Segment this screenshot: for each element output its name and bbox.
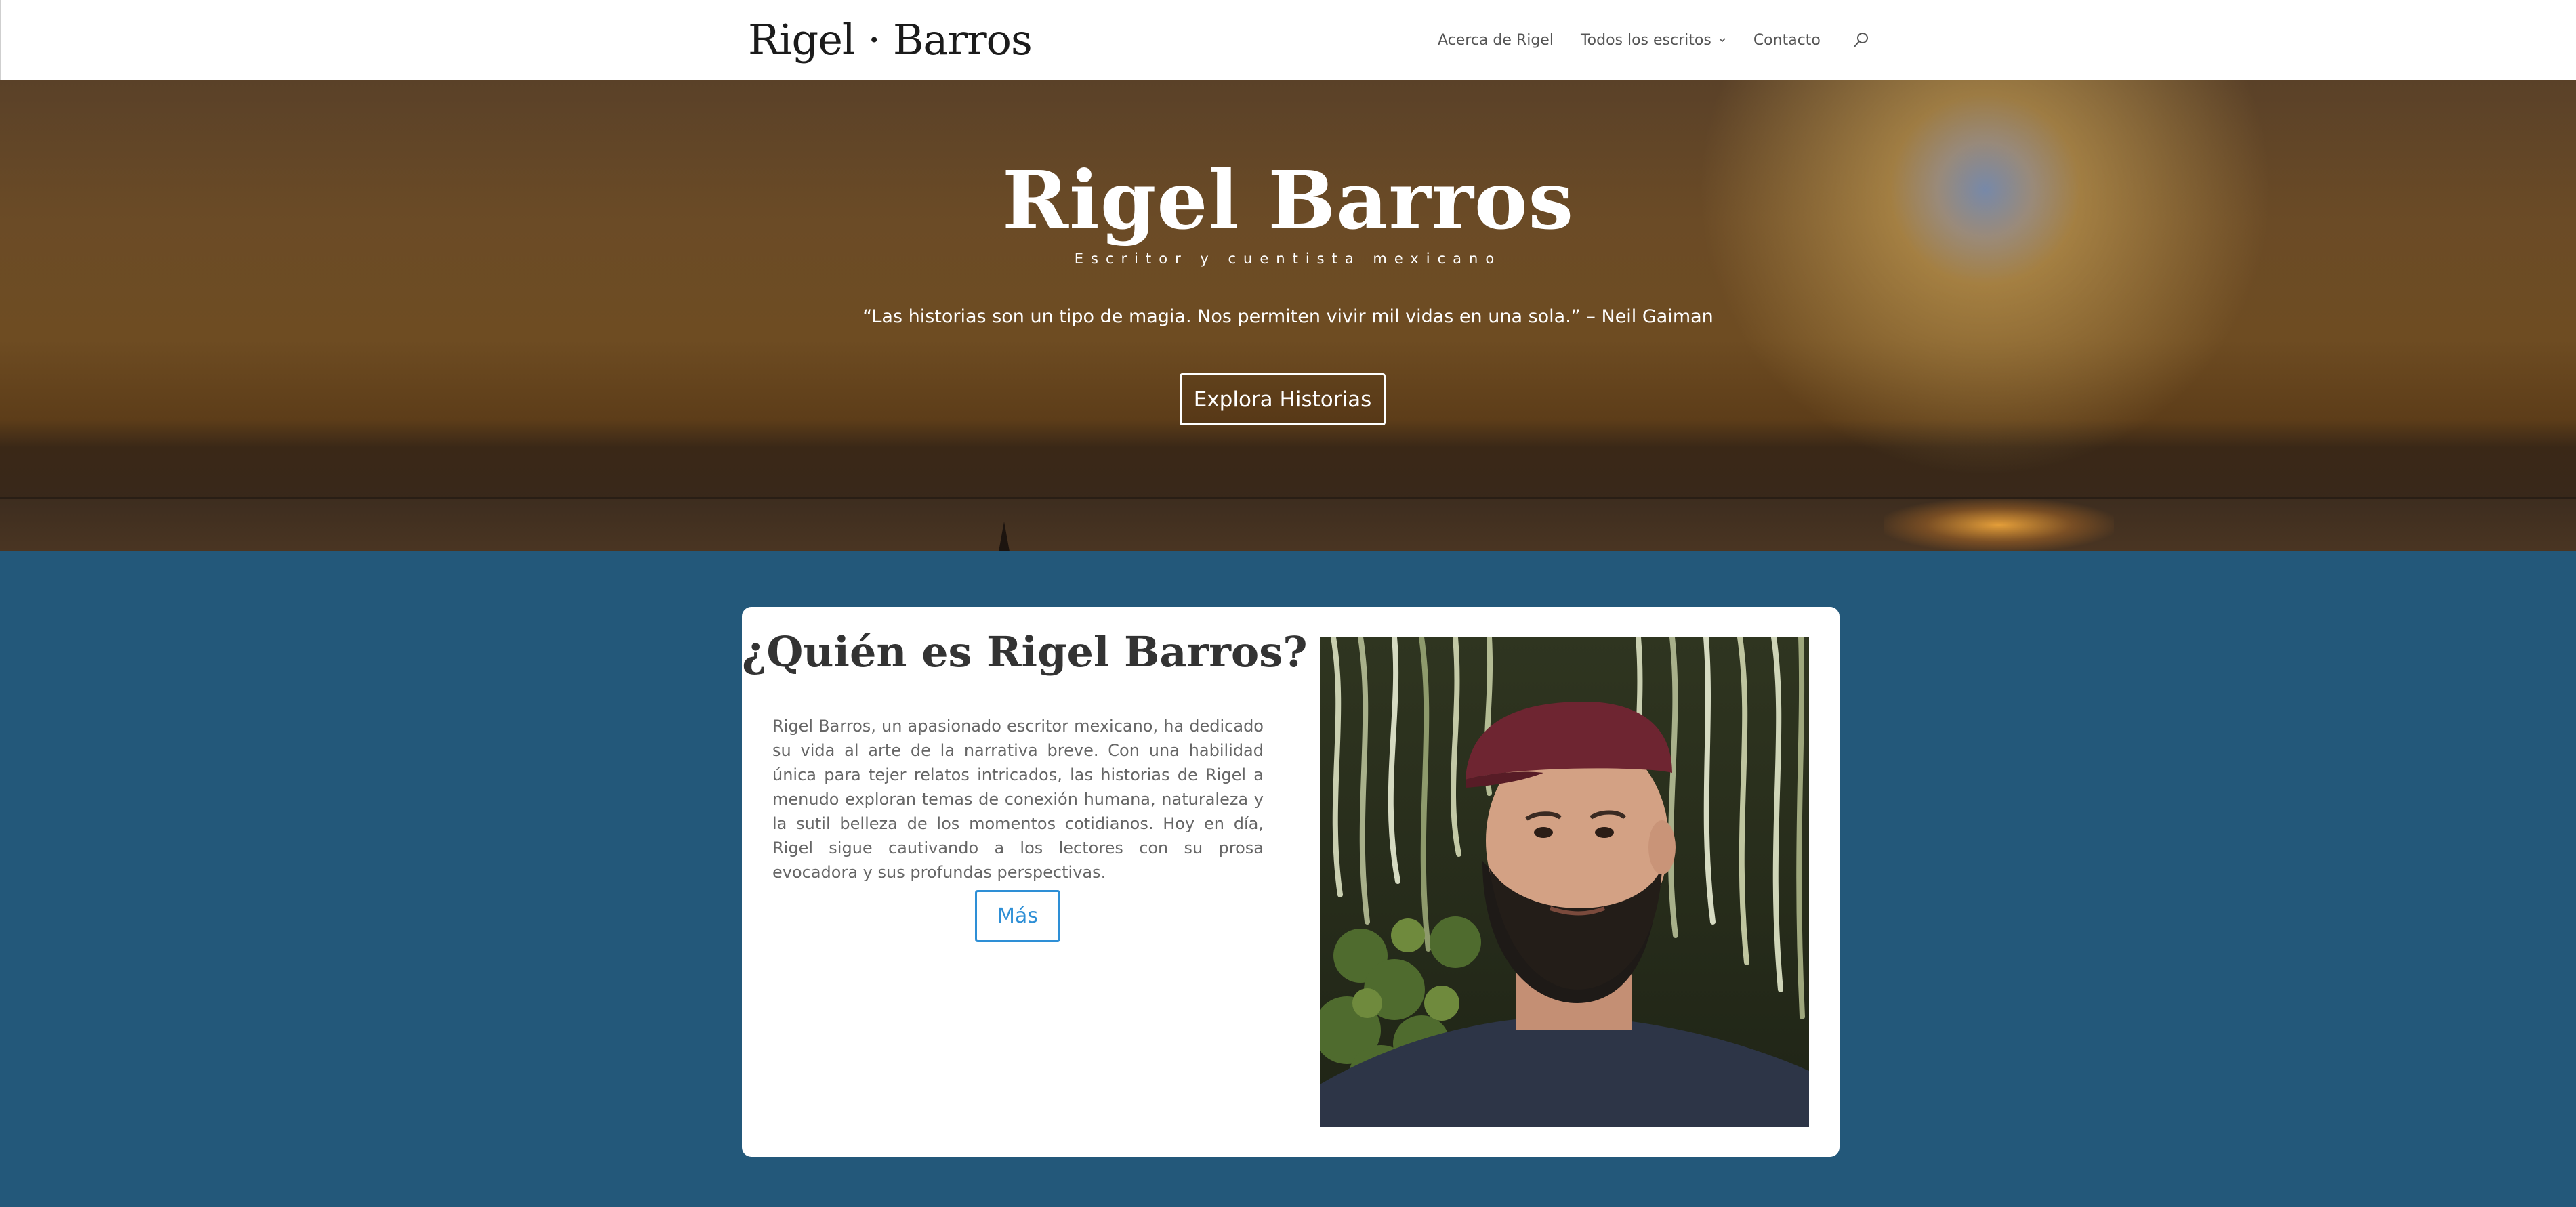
about-title: ¿Quién es Rigel Barros? (742, 627, 1308, 677)
explore-stories-button[interactable]: Explora Historias (1180, 373, 1386, 425)
hero-quote: “Las historias son un tipo de magia. Nos… (863, 306, 1713, 327)
nav-item-label: Acerca de Rigel (1438, 31, 1554, 49)
site-logo[interactable]: Rigel · Barros (748, 12, 1033, 66)
chevron-down-icon (1719, 38, 1726, 43)
nav-item-label: Contacto (1753, 31, 1821, 49)
search-icon[interactable] (1852, 30, 1871, 49)
nav-item-contacto[interactable]: Contacto (1753, 32, 1821, 49)
sun-reflection (1884, 499, 2114, 551)
hero-sea (0, 499, 2576, 551)
site-header: Rigel · Barros Acerca de Rigel Todos los… (0, 0, 2576, 80)
more-button[interactable]: Más (975, 890, 1060, 942)
hero-section: Rigel Barros Escritor y cuentista mexica… (0, 80, 2576, 551)
about-card: ¿Quién es Rigel Barros? Rigel Barros, un… (742, 607, 1840, 1157)
main-nav: Acerca de Rigel Todos los escritos Conta… (1438, 0, 1871, 80)
nav-item-escritos[interactable]: Todos los escritos (1581, 32, 1726, 49)
about-text: Rigel Barros, un apasionado escritor mex… (772, 717, 1264, 882)
nav-item-label: Todos los escritos (1580, 31, 1711, 49)
author-portrait (1320, 637, 1809, 1127)
nav-item-acerca[interactable]: Acerca de Rigel (1438, 32, 1554, 49)
hero-subtitle: Escritor y cuentista mexicano (1074, 251, 1502, 267)
hero-title: Rigel Barros (1001, 153, 1575, 247)
sailboat-silhouette (999, 522, 1010, 551)
